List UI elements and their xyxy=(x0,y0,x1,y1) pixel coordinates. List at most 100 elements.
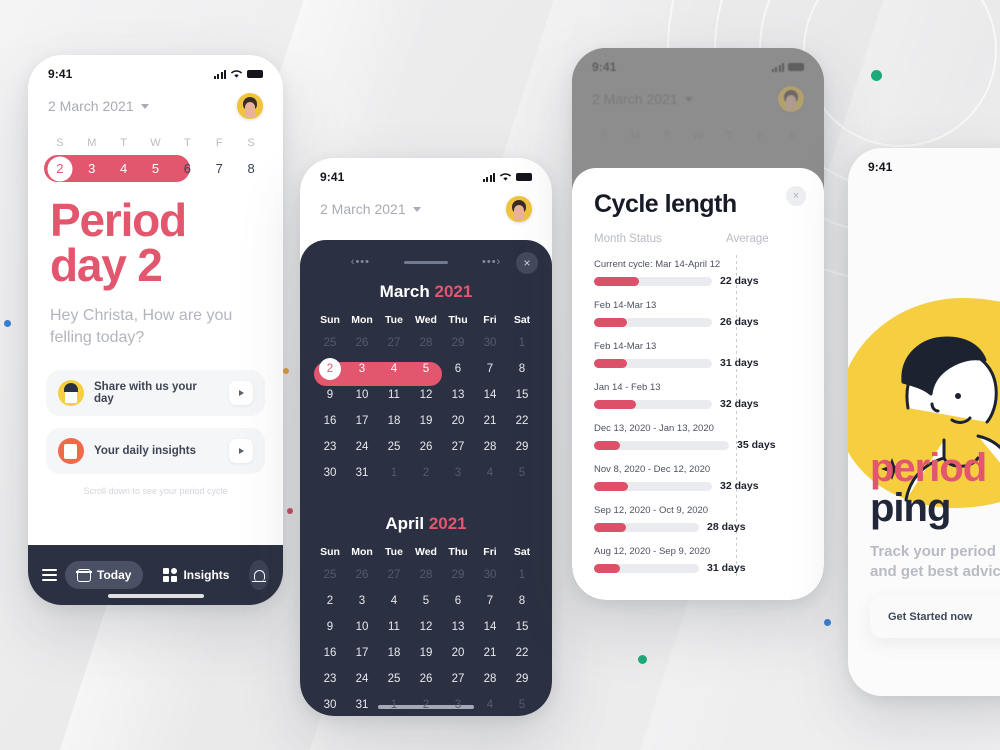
day-cell[interactable]: 8 xyxy=(506,588,538,614)
day-cell[interactable]: 5 xyxy=(410,356,442,382)
day-cell[interactable]: 16 xyxy=(314,408,346,434)
date-selector[interactable]: 2 March 2021 xyxy=(320,201,421,217)
day-cell[interactable]: 2 xyxy=(314,588,346,614)
day-cell[interactable]: 29 xyxy=(506,434,538,460)
day-cell[interactable]: 25 xyxy=(314,330,346,356)
day-cell[interactable]: 21 xyxy=(474,640,506,666)
day-cell[interactable]: 2 xyxy=(314,356,346,382)
day-cell[interactable]: 13 xyxy=(442,382,474,408)
user-avatar[interactable] xyxy=(506,196,532,222)
day-cell[interactable]: 17 xyxy=(346,640,378,666)
day-cell[interactable]: 5 xyxy=(410,588,442,614)
day-cell[interactable]: 25 xyxy=(378,434,410,460)
day-cell[interactable]: 5 xyxy=(506,460,538,486)
day-cell[interactable]: 29 xyxy=(442,330,474,356)
day-cell[interactable]: 9 xyxy=(314,614,346,640)
day-cell[interactable]: 2 xyxy=(410,692,442,716)
day-cell[interactable]: 1 xyxy=(378,692,410,716)
bell-icon[interactable] xyxy=(249,560,269,590)
day-cell[interactable]: 19 xyxy=(410,408,442,434)
day-cell[interactable]: 12 xyxy=(410,614,442,640)
day-cell[interactable]: 7 xyxy=(203,157,235,180)
play-arrow-icon[interactable] xyxy=(229,381,253,406)
day-cell[interactable]: 31 xyxy=(346,460,378,486)
tab-insights[interactable]: Insights xyxy=(151,561,241,589)
day-cell[interactable]: 1 xyxy=(506,562,538,588)
user-avatar[interactable] xyxy=(237,93,263,119)
day-cell[interactable]: 24 xyxy=(346,434,378,460)
day-cell[interactable]: 30 xyxy=(474,330,506,356)
day-cell[interactable]: 8 xyxy=(235,157,267,180)
day-cell[interactable]: 4 xyxy=(474,460,506,486)
day-cell[interactable]: 5 xyxy=(140,157,172,180)
day-cell[interactable]: 17 xyxy=(346,408,378,434)
day-cell[interactable]: 6 xyxy=(442,356,474,382)
day-cell[interactable]: 4 xyxy=(378,588,410,614)
day-cell[interactable]: 31 xyxy=(346,692,378,716)
day-cell[interactable]: 20 xyxy=(442,408,474,434)
day-cell[interactable]: 23 xyxy=(314,434,346,460)
day-cell[interactable]: 30 xyxy=(314,692,346,716)
card-daily-insights[interactable]: Your daily insights xyxy=(46,428,265,475)
day-cell[interactable]: 28 xyxy=(474,666,506,692)
day-cell[interactable]: 18 xyxy=(378,640,410,666)
day-cell[interactable]: 14 xyxy=(474,382,506,408)
day-cell[interactable]: 28 xyxy=(410,330,442,356)
day-cell[interactable]: 30 xyxy=(474,562,506,588)
day-cell[interactable]: 25 xyxy=(378,666,410,692)
day-cell[interactable]: 5 xyxy=(506,692,538,716)
day-cell[interactable]: 27 xyxy=(442,666,474,692)
day-cell[interactable]: 22 xyxy=(506,640,538,666)
day-cell[interactable]: 8 xyxy=(506,356,538,382)
day-cell[interactable]: 20 xyxy=(442,640,474,666)
day-cell[interactable]: 4 xyxy=(108,157,140,180)
day-cell[interactable]: 14 xyxy=(474,614,506,640)
day-cell[interactable]: 18 xyxy=(378,408,410,434)
day-cell[interactable]: 24 xyxy=(346,666,378,692)
day-cell[interactable]: 16 xyxy=(314,640,346,666)
day-cell[interactable]: 27 xyxy=(442,434,474,460)
day-cell[interactable]: 11 xyxy=(378,614,410,640)
day-cell[interactable]: 7 xyxy=(474,356,506,382)
day-cell[interactable]: 15 xyxy=(506,382,538,408)
day-cell[interactable]: 1 xyxy=(506,330,538,356)
next-pager-icon[interactable]: •••› xyxy=(482,256,501,268)
day-cell[interactable]: 9 xyxy=(314,382,346,408)
day-cell[interactable]: 13 xyxy=(442,614,474,640)
prev-pager-icon[interactable]: ‹••• xyxy=(351,256,370,268)
close-icon[interactable]: × xyxy=(516,252,538,274)
day-cell[interactable]: 28 xyxy=(474,434,506,460)
day-cell[interactable]: 6 xyxy=(171,157,203,180)
day-cell[interactable]: 21 xyxy=(474,408,506,434)
day-cell[interactable]: 26 xyxy=(346,330,378,356)
card-share-day[interactable]: Share with us your day xyxy=(46,370,265,417)
day-cell[interactable]: 3 xyxy=(346,588,378,614)
day-cell[interactable]: 10 xyxy=(346,382,378,408)
day-cell[interactable]: 2 xyxy=(44,157,76,180)
day-cell[interactable]: 26 xyxy=(346,562,378,588)
day-cell[interactable]: 28 xyxy=(410,562,442,588)
day-cell[interactable]: 25 xyxy=(314,562,346,588)
day-cell[interactable]: 1 xyxy=(378,460,410,486)
day-cell[interactable]: 19 xyxy=(410,640,442,666)
drag-handle[interactable] xyxy=(404,260,448,264)
day-cell[interactable]: 10 xyxy=(346,614,378,640)
day-cell[interactable]: 11 xyxy=(378,382,410,408)
day-cell[interactable]: 26 xyxy=(410,434,442,460)
day-cell[interactable]: 26 xyxy=(410,666,442,692)
day-cell[interactable]: 3 xyxy=(442,460,474,486)
day-cell[interactable]: 2 xyxy=(410,460,442,486)
close-icon[interactable]: × xyxy=(786,186,806,206)
day-cell[interactable]: 29 xyxy=(442,562,474,588)
day-cell[interactable]: 29 xyxy=(506,666,538,692)
day-cell[interactable]: 22 xyxy=(506,408,538,434)
day-cell[interactable]: 27 xyxy=(378,562,410,588)
day-cell[interactable]: 4 xyxy=(474,692,506,716)
day-cell[interactable]: 7 xyxy=(474,588,506,614)
date-selector[interactable]: 2 March 2021 xyxy=(48,98,149,114)
day-cell[interactable]: 3 xyxy=(76,157,108,180)
day-cell[interactable]: 3 xyxy=(442,692,474,716)
play-arrow-icon[interactable] xyxy=(229,439,253,464)
day-cell[interactable]: 3 xyxy=(346,356,378,382)
day-cell[interactable]: 23 xyxy=(314,666,346,692)
